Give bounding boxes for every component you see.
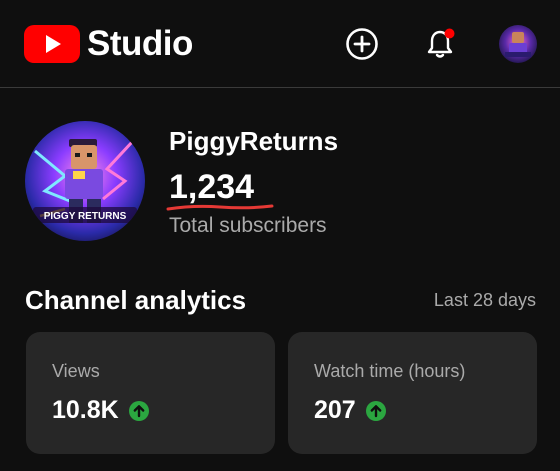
notifications-icon[interactable] (422, 26, 458, 62)
create-icon[interactable] (344, 26, 380, 62)
channel-name: PiggyReturns (169, 126, 339, 156)
watch-time-value-row: 207 (314, 396, 387, 425)
analytics-title: Channel analytics (25, 285, 247, 315)
studio-app: Studio PIGGY RETURNS PiggyReturns 1,234 … (0, 0, 560, 471)
arrow-up-circle-icon (365, 400, 386, 421)
youtube-logo-icon (24, 25, 80, 63)
avatar-caption: PIGGY RETURNS (44, 211, 127, 222)
account-avatar[interactable] (499, 25, 537, 63)
views-label: Views (52, 361, 100, 381)
analytics-period[interactable]: Last 28 days (434, 290, 536, 311)
views-card[interactable]: Views 10.8K (26, 332, 275, 454)
watch-time-value: 207 (314, 396, 356, 424)
watch-time-label: Watch time (hours) (314, 361, 466, 381)
arrow-up-circle-icon (128, 400, 149, 421)
app-name: Studio (87, 24, 193, 63)
views-value-row: 10.8K (52, 396, 150, 425)
notification-dot (444, 28, 455, 39)
subscribers-label: Total subscribers (169, 214, 327, 237)
studio-logo[interactable]: Studio (24, 25, 193, 63)
top-app-bar: Studio (0, 0, 560, 88)
views-value: 10.8K (52, 396, 119, 424)
watch-time-card[interactable]: Watch time (hours) 207 (288, 332, 537, 454)
channel-avatar[interactable]: PIGGY RETURNS (25, 121, 145, 241)
